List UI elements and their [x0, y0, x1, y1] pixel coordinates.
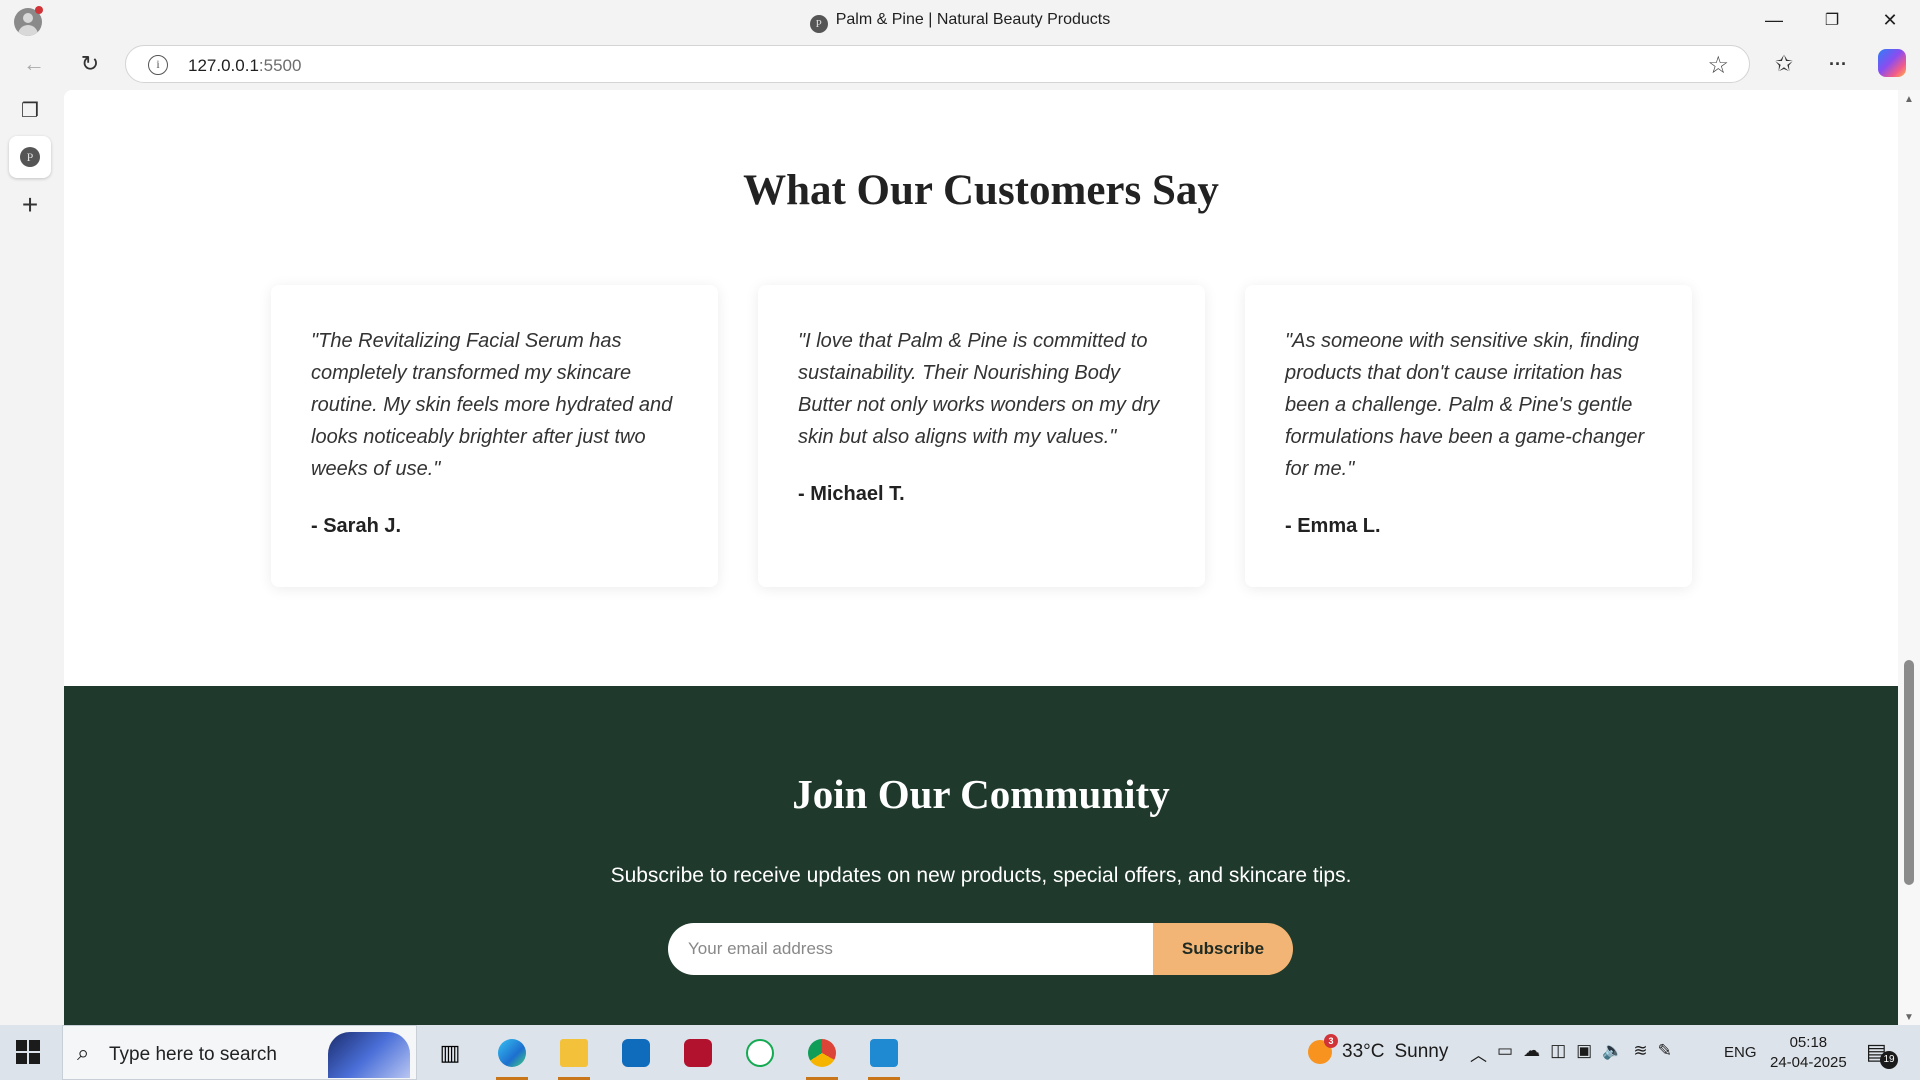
tab-favicon-icon: P: [20, 147, 40, 167]
favorites-icon[interactable]: ✩: [1766, 48, 1802, 80]
sun-icon: 3: [1308, 1034, 1338, 1064]
weather-badge: 3: [1324, 1034, 1338, 1048]
page-viewport: What Our Customers Say "The Revitalizing…: [64, 90, 1898, 1025]
testimonials-title: What Our Customers Say: [743, 167, 1219, 214]
site-info-icon[interactable]: i: [148, 55, 168, 75]
more-options-icon[interactable]: ···: [1820, 48, 1856, 80]
mongodb-compass-icon[interactable]: [736, 1032, 784, 1074]
system-tray: ︿ ▭ ☁ ◫ ▣ 🔈 ≋ ✎: [1470, 1041, 1672, 1066]
clock-date: 24-04-2025: [1770, 1054, 1847, 1071]
weather-temp: 33°C: [1342, 1041, 1385, 1062]
window-title: P Palm & Pine | Natural Beauty Products: [0, 11, 1920, 33]
task-view-icon[interactable]: ▥: [426, 1032, 474, 1074]
url-text[interactable]: 127.0.0.1:5500: [188, 56, 301, 76]
windows-start-icon[interactable]: [16, 1040, 40, 1064]
window-title-text: Palm & Pine | Natural Beauty Products: [835, 11, 1111, 28]
new-tab-icon[interactable]: +: [12, 187, 48, 223]
taskbar-search-text: Type here to search: [109, 1044, 277, 1065]
language-indicator[interactable]: ENG: [1724, 1044, 1757, 1061]
testimonial-quote: "As someone with sensitive skin, finding…: [1285, 330, 1645, 480]
clock[interactable]: 05:18 24-04-2025: [1770, 1033, 1847, 1073]
browser-toolbar: ← ↻ i 127.0.0.1:5500 ☆ ✩ ···: [0, 40, 1920, 88]
restore-button[interactable]: ❐: [1804, 0, 1860, 40]
title-bar: P Palm & Pine | Natural Beauty Products —…: [0, 0, 1920, 40]
notification-count: 19: [1880, 1051, 1898, 1069]
subscribe-button[interactable]: Subscribe: [1153, 923, 1293, 975]
scroll-up-icon[interactable]: ▲: [1898, 94, 1920, 105]
taskbar-search[interactable]: ⌕ Type here to search: [62, 1025, 417, 1080]
page-scrollbar[interactable]: ▲ ▼: [1898, 90, 1920, 1025]
recorder-icon[interactable]: [674, 1032, 722, 1074]
file-explorer-icon[interactable]: [550, 1032, 598, 1080]
scrollbar-thumb[interactable]: [1904, 660, 1914, 885]
pen-icon[interactable]: ✎: [1658, 1041, 1672, 1066]
battery-icon[interactable]: ▭: [1497, 1041, 1513, 1066]
scroll-down-icon[interactable]: ▼: [1898, 1012, 1920, 1023]
subscribe-form: Subscribe: [668, 923, 1293, 975]
newsletter-description: Subscribe to receive updates on new prod…: [610, 864, 1352, 887]
active-tab[interactable]: P: [9, 136, 51, 178]
show-hidden-icons-chevron-icon[interactable]: ︿: [1470, 1041, 1487, 1066]
search-icon: ⌕: [77, 1040, 90, 1065]
weather-desc: Sunny: [1394, 1041, 1449, 1062]
newsletter-title: Join Our Community: [792, 771, 1170, 817]
refresh-button[interactable]: ↻: [72, 48, 108, 80]
cloud-icon[interactable]: ☁: [1523, 1041, 1540, 1066]
chrome-icon[interactable]: [798, 1032, 846, 1080]
meet-icon[interactable]: ◫: [1550, 1041, 1566, 1066]
tab-actions-icon[interactable]: ❐: [12, 92, 48, 128]
address-bar[interactable]: i 127.0.0.1:5500 ☆: [125, 45, 1750, 83]
outlook-icon[interactable]: [612, 1032, 660, 1074]
email-input[interactable]: [668, 923, 1153, 975]
testimonial-card: "As someone with sensitive skin, finding…: [1245, 285, 1692, 587]
testimonial-cards: "The Revitalizing Facial Serum has compl…: [271, 285, 1692, 587]
url-host: 127.0.0.1: [188, 56, 259, 75]
url-port: :5500: [258, 56, 302, 75]
testimonial-author: - Sarah J.: [311, 515, 402, 537]
testimonial-author: - Emma L.: [1285, 515, 1381, 537]
taskbar: ⌕ Type here to search ▥ 3 33°C Sunny ︿ ▭…: [0, 1025, 1920, 1080]
edge-app-icon[interactable]: [488, 1032, 536, 1080]
testimonial-card: "The Revitalizing Facial Serum has compl…: [271, 285, 718, 587]
copilot-icon[interactable]: [1878, 49, 1906, 77]
testimonial-author: - Michael T.: [798, 483, 905, 505]
wifi-icon[interactable]: ≋: [1633, 1041, 1647, 1066]
site-favicon-icon: P: [809, 15, 828, 33]
vscode-icon[interactable]: [860, 1032, 908, 1080]
volume-icon[interactable]: 🔈: [1602, 1041, 1623, 1066]
back-button[interactable]: ←: [16, 48, 52, 80]
weather-widget[interactable]: 3 33°C Sunny: [1308, 1034, 1449, 1064]
clock-time: 05:18: [1789, 1034, 1828, 1051]
testimonial-card: "I love that Palm & Pine is committed to…: [758, 285, 1205, 587]
testimonial-quote: "I love that Palm & Pine is committed to…: [798, 330, 1160, 448]
notification-center-icon[interactable]: ▤ 19: [1866, 1039, 1898, 1069]
minimize-button[interactable]: —: [1746, 0, 1802, 40]
vertical-tabs-sidebar: ❐ P +: [0, 88, 64, 1025]
close-button[interactable]: ✕: [1862, 0, 1918, 40]
newsletter-section: Join Our Community Subscribe to receive …: [64, 686, 1898, 1025]
device-icon[interactable]: ▣: [1576, 1041, 1592, 1066]
add-favorite-icon[interactable]: ☆: [1707, 51, 1729, 80]
testimonial-quote: "The Revitalizing Facial Serum has compl…: [311, 330, 673, 480]
search-highlight-image: [328, 1032, 410, 1078]
